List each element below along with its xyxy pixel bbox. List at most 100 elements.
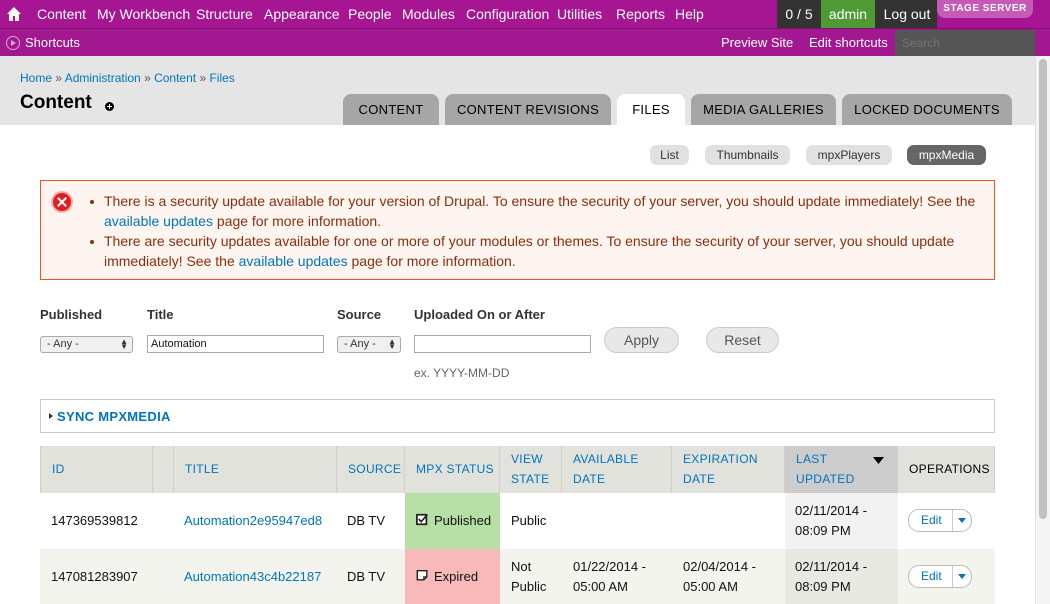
shortcuts-link[interactable]: Shortcuts (25, 35, 80, 50)
collapse-caret-icon (49, 413, 53, 419)
menu-modules[interactable]: Modules (402, 6, 455, 22)
row-view-state: Not (511, 559, 532, 574)
column-header-title[interactable]: TITLE (174, 446, 337, 493)
row-updated-date: 02/11/2014 - (795, 503, 868, 518)
source-select[interactable]: - Any - ▲ ▼ (337, 336, 401, 353)
breadcrumb-content[interactable]: Content (154, 71, 196, 85)
column-header-mpx-status[interactable]: MPX STATUS (405, 446, 500, 493)
secondary-tab-mpxmedia[interactable]: mpxMedia (907, 145, 986, 165)
menu-help[interactable]: Help (675, 6, 704, 22)
stage-server-badge: STAGE SERVER (937, 0, 1033, 18)
user-link[interactable]: admin (821, 0, 875, 28)
menu-utilities[interactable]: Utilities (557, 6, 602, 22)
menu-configuration[interactable]: Configuration (466, 6, 549, 22)
uploaded-filter-label: Uploaded On or After (414, 307, 545, 322)
uploaded-date-input[interactable] (414, 335, 591, 353)
tab-content-revisions[interactable]: CONTENT REVISIONS (445, 94, 611, 125)
secondary-tab-mpxplayers[interactable]: mpxPlayers (806, 145, 892, 165)
breadcrumb: Home » Administration » Content » Files (20, 71, 235, 85)
status-label: Published (434, 513, 492, 528)
row-source: DB TV (347, 513, 386, 528)
row-updated-cell: 02/11/2014 - 08:09 PM (785, 549, 898, 604)
error-icon (51, 191, 73, 213)
preview-site-link[interactable]: Preview Site (721, 35, 793, 50)
column-header-id[interactable]: ID (40, 446, 153, 493)
tab-locked-documents[interactable]: LOCKED DOCUMENTS (842, 94, 1012, 125)
row-view-state: Public (511, 513, 547, 528)
row-view-state-2: Public (511, 579, 547, 594)
logout-link[interactable]: Log out (880, 0, 934, 28)
column-label: DATE (573, 472, 606, 486)
edit-shortcuts-link[interactable]: Edit shortcuts (809, 35, 888, 50)
row-title-link[interactable]: Automation2e95947ed8 (184, 513, 322, 528)
home-icon[interactable] (6, 6, 22, 22)
column-header-last-updated[interactable]: LAST UPDATED (785, 446, 898, 493)
message-module-update: There are security updates available for… (90, 231, 984, 271)
tab-media-galleries[interactable]: MEDIA GALLERIES (691, 94, 836, 125)
toolbar-search-input[interactable] (895, 30, 1035, 56)
row-expiration-date: 02/04/2014 - (683, 559, 757, 574)
menu-reports[interactable]: Reports (616, 6, 665, 22)
reset-button[interactable]: Reset (706, 327, 779, 353)
menu-appearance[interactable]: Appearance (264, 6, 340, 22)
menu-people[interactable]: People (348, 6, 392, 22)
table-row: 147369539812 Automation2e95947ed8 DB TV … (40, 493, 995, 549)
apply-button[interactable]: Apply (604, 327, 679, 353)
column-header-spacer (153, 446, 174, 493)
secondary-tab-thumbnails[interactable]: Thumbnails (705, 145, 790, 165)
available-updates-link[interactable]: available updates (104, 213, 213, 229)
published-checkbox-icon (416, 513, 428, 526)
select-arrows-icon: ▲ ▼ (388, 337, 396, 351)
available-updates-link[interactable]: available updates (239, 253, 348, 269)
column-header-available-date[interactable]: AVAILABLE DATE (562, 446, 672, 493)
select-arrows-icon: ▲ ▼ (120, 337, 128, 351)
row-mpx-status: Published (405, 493, 500, 549)
row-expiration-time: 05:00 AM (683, 579, 738, 594)
edit-button[interactable]: Edit (908, 509, 972, 532)
breadcrumb-files[interactable]: Files (209, 71, 234, 85)
published-select[interactable]: - Any - ▲ ▼ (40, 336, 133, 353)
add-shortcut-icon[interactable] (105, 102, 114, 111)
menu-structure[interactable]: Structure (196, 6, 253, 22)
breadcrumb-home[interactable]: Home (20, 71, 52, 85)
sync-mpxmedia-fieldset[interactable]: SYNC MPXMEDIA (40, 399, 995, 433)
tab-content[interactable]: CONTENT (343, 94, 439, 125)
dropdown-caret-icon[interactable] (958, 518, 966, 523)
shortcuts-bar: Shortcuts Preview Site Edit shortcuts (0, 28, 1050, 56)
breadcrumb-administration[interactable]: Administration (65, 71, 141, 85)
scrollbar-thumb[interactable] (1039, 59, 1047, 519)
page-title: Content (20, 92, 92, 113)
source-select-value: - Any - (344, 338, 376, 350)
column-header-source[interactable]: SOURCE (337, 446, 405, 493)
edit-label: Edit (921, 569, 942, 583)
column-label: AVAILABLE (573, 452, 639, 466)
row-updated-time: 08:09 PM (795, 579, 851, 594)
secondary-tab-list[interactable]: List (650, 145, 689, 165)
message-text: page for more information. (347, 253, 516, 269)
row-title-link[interactable]: Automation43c4b22187 (184, 569, 321, 584)
row-updated-date: 02/11/2014 - (795, 559, 868, 574)
column-header-expiration-date[interactable]: EXPIRATION DATE (672, 446, 785, 493)
column-label: LAST (796, 452, 828, 466)
error-messages: There is a security update available for… (40, 180, 995, 280)
menu-my-workbench[interactable]: My Workbench (97, 6, 190, 22)
toolbar-menu: Content My Workbench Structure Appearanc… (0, 0, 1050, 28)
edit-button[interactable]: Edit (908, 565, 972, 588)
message-text: page for more information. (212, 213, 382, 229)
shortcuts-icon[interactable] (6, 36, 20, 50)
column-label: SOURCE (348, 462, 402, 476)
row-available-time: 05:00 AM (573, 579, 628, 594)
tab-files[interactable]: FILES (617, 94, 685, 125)
shortcut-counter[interactable]: 0 / 5 (777, 0, 821, 28)
dropdown-caret-icon[interactable] (958, 574, 966, 579)
column-header-view-state[interactable]: VIEW STATE (500, 446, 562, 493)
source-filter-label: Source (337, 307, 382, 322)
page-scrollbar[interactable] (1035, 56, 1050, 604)
sync-mpxmedia-legend[interactable]: SYNC MPXMEDIA (57, 409, 171, 424)
title-filter-input[interactable]: Automation (147, 335, 324, 353)
row-mpx-status: Expired (405, 549, 500, 604)
column-header-operations: OPERATIONS (898, 446, 995, 493)
row-updated-cell: 02/11/2014 - 08:09 PM (785, 493, 898, 549)
menu-content[interactable]: Content (37, 6, 86, 22)
edit-label: Edit (921, 513, 942, 527)
